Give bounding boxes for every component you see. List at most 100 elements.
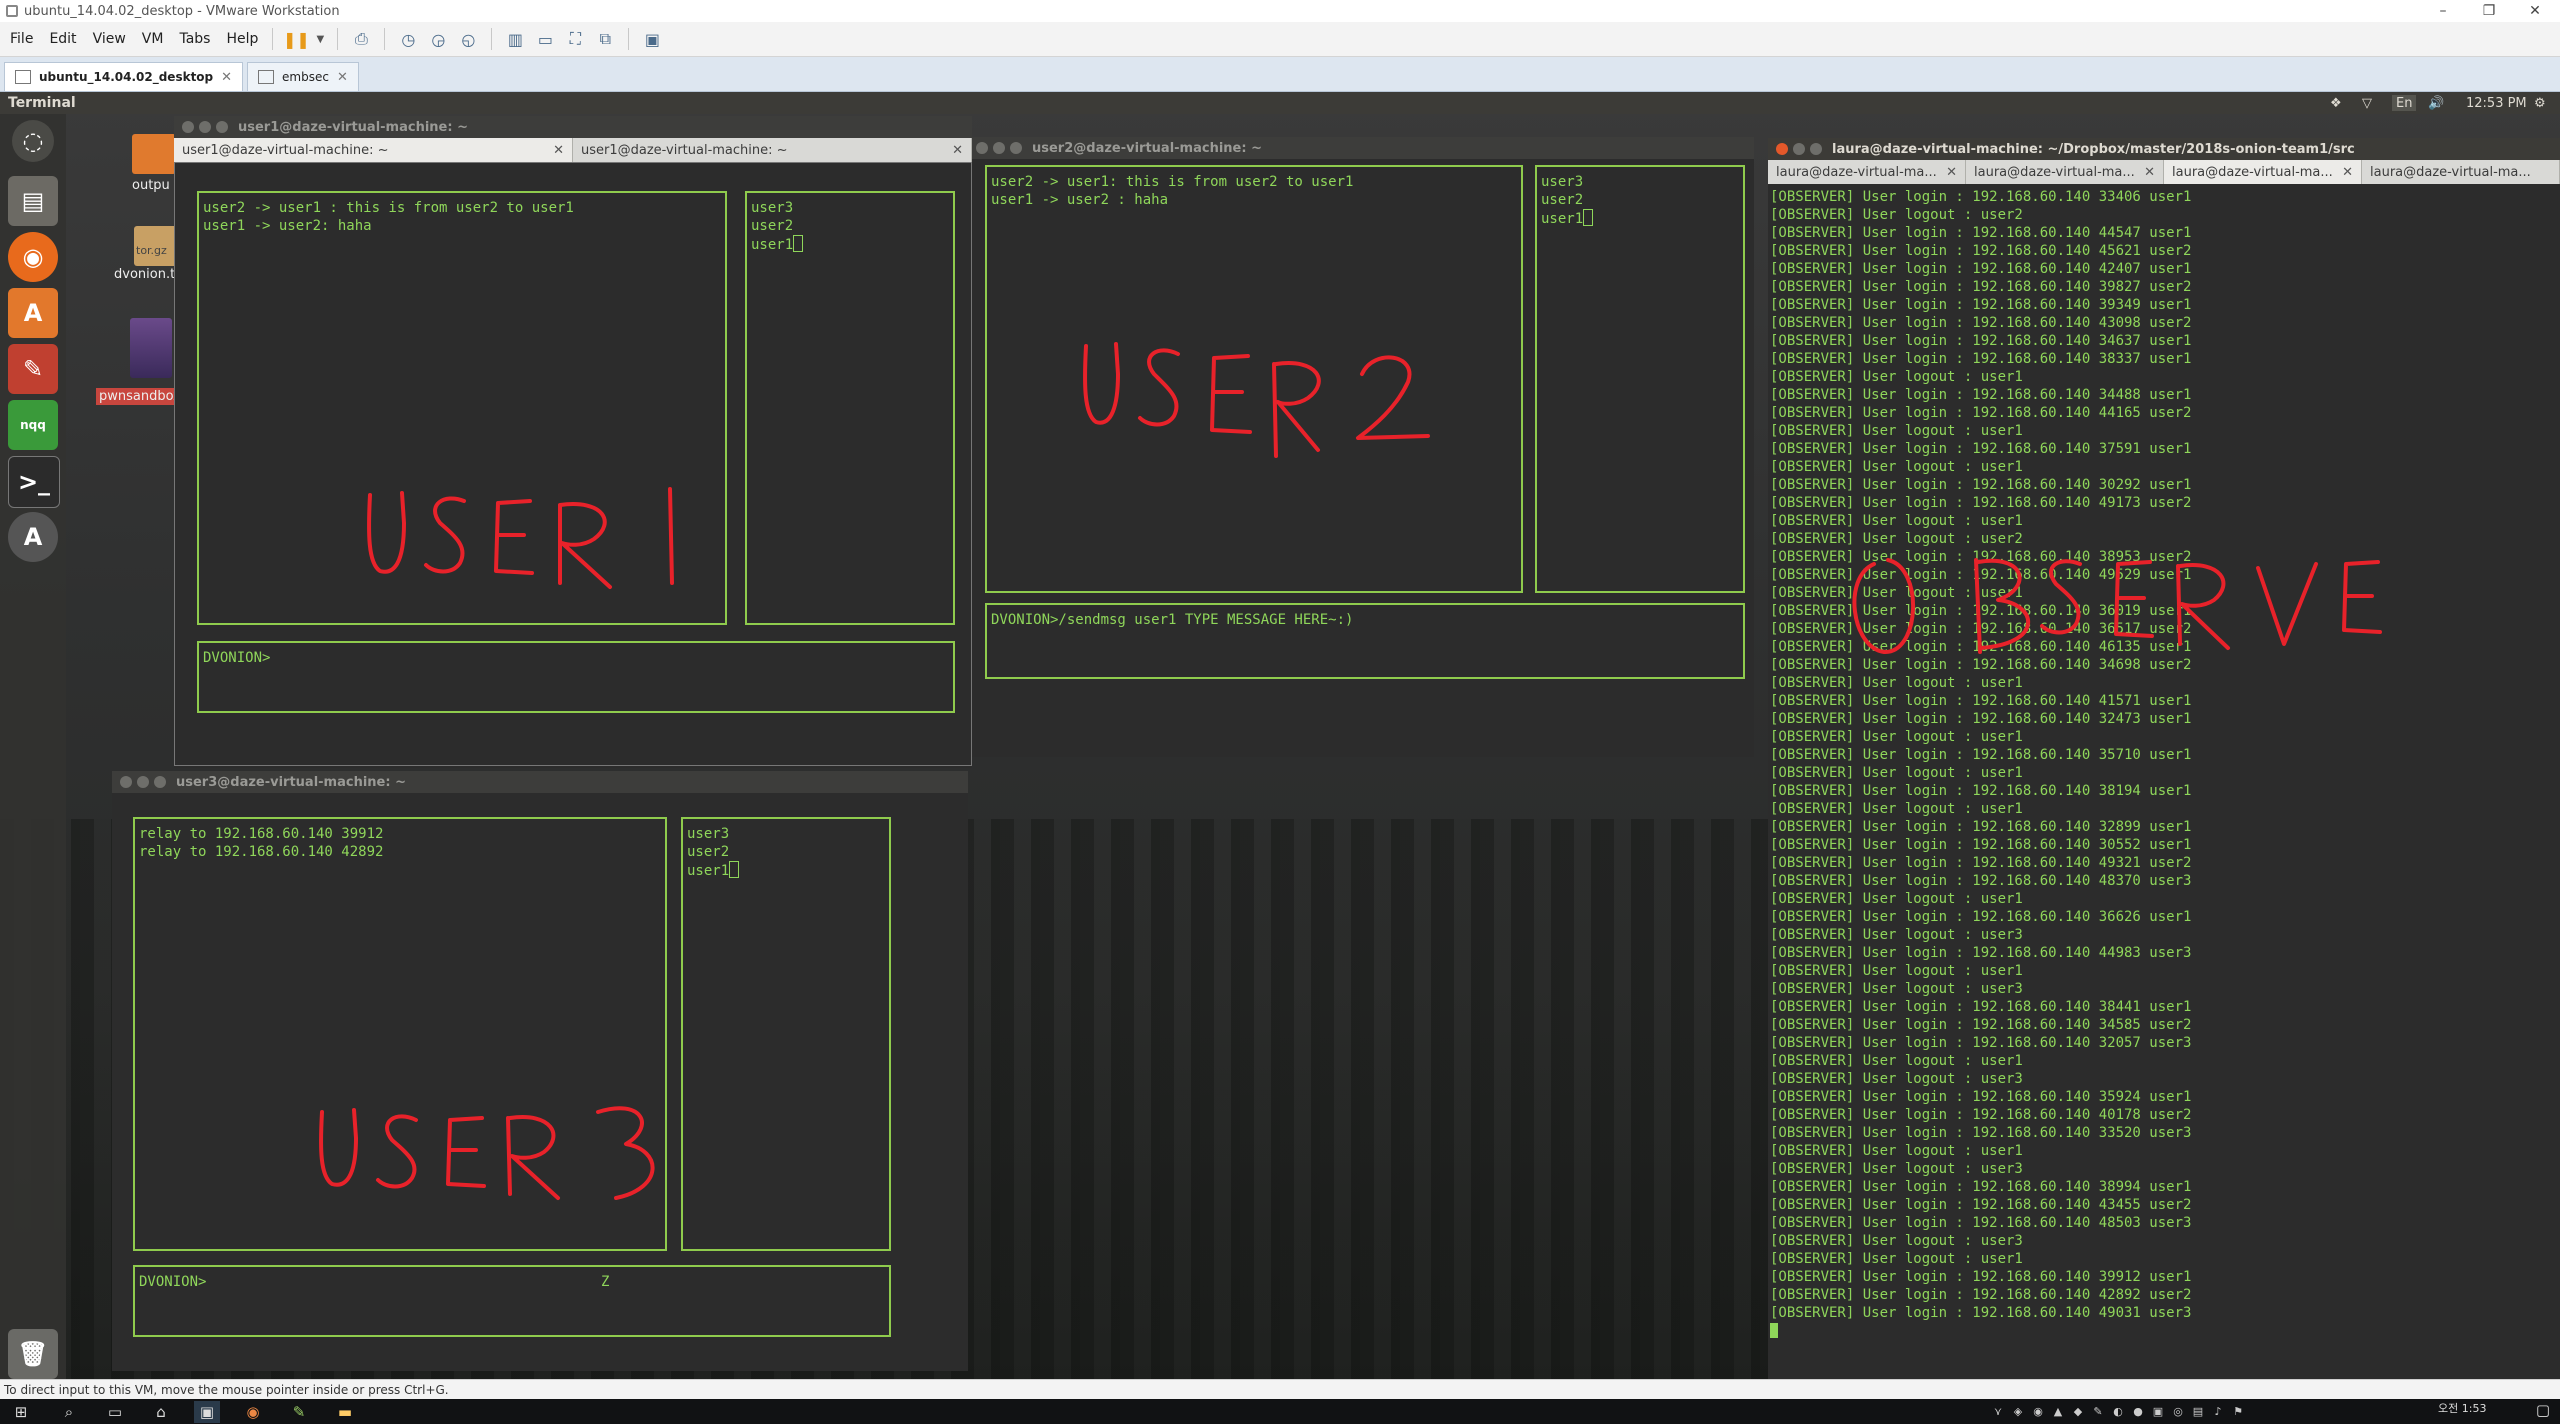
volume-icon[interactable]: 🔊 xyxy=(2428,92,2444,114)
restore-icon[interactable]: ❐ xyxy=(2466,0,2512,22)
input-box[interactable]: DVONION>/sendmsg user1 TYPE MESSAGE HERE… xyxy=(985,603,1745,679)
prompt-input[interactable]: DVONION> xyxy=(203,649,270,667)
close-tab-icon[interactable]: ✕ xyxy=(1946,165,1957,180)
input-box[interactable]: DVONION> xyxy=(197,641,955,713)
maximize-icon[interactable] xyxy=(154,776,166,788)
snapshot-icon[interactable]: ◷ xyxy=(396,27,420,51)
library-icon[interactable]: ▥ xyxy=(503,27,527,51)
vmware-taskbar-icon[interactable]: ▣ xyxy=(194,1400,220,1423)
tab-ubuntu-desktop[interactable]: ubuntu_14.04.02_desktop ✕ xyxy=(4,62,244,91)
menu-edit[interactable]: Edit xyxy=(49,31,76,47)
chrome-icon[interactable]: ◉ xyxy=(240,1401,266,1423)
nqq-icon[interactable]: nqq xyxy=(8,400,58,450)
window-titlebar[interactable]: user2@daze-virtual-machine: ~ xyxy=(968,137,1754,159)
terminal-area[interactable]: user2 -> user1 : this is from user2 to u… xyxy=(174,162,972,766)
terminal-tab[interactable]: user1@daze-virtual-machine: ~ ✕ xyxy=(174,138,573,162)
trash-icon[interactable]: 🗑 xyxy=(8,1329,58,1379)
menu-file[interactable]: File xyxy=(10,31,33,47)
minimize-icon[interactable] xyxy=(137,776,149,788)
revert-snapshot-icon[interactable]: ◶ xyxy=(426,27,450,51)
window-user1[interactable]: user1@daze-virtual-machine: ~ user1@daze… xyxy=(174,116,972,768)
close-icon[interactable] xyxy=(1776,143,1788,155)
task-view-icon[interactable]: ▭ xyxy=(102,1401,128,1423)
tray-icon[interactable]: ◆ xyxy=(2070,1405,2086,1419)
taskbar-clock[interactable]: 오전 1:53 xyxy=(2438,1400,2486,1416)
windows-start-icon[interactable]: ⊞ xyxy=(8,1401,34,1423)
power-gear-icon[interactable]: ⚙ xyxy=(2534,92,2546,114)
dropbox-icon[interactable]: ❖ xyxy=(2330,92,2342,114)
notification-icon[interactable]: ▢ xyxy=(2530,1399,2556,1421)
software-center-icon[interactable]: A xyxy=(8,288,58,338)
search-icon[interactable]: ⌕ xyxy=(56,1401,82,1423)
updater-icon[interactable]: A xyxy=(8,512,58,562)
close-icon[interactable] xyxy=(976,142,988,154)
clock[interactable]: 12:53 PM xyxy=(2466,92,2527,114)
tray-icon[interactable]: ◎ xyxy=(2170,1405,2186,1419)
menu-help[interactable]: Help xyxy=(226,31,258,47)
window-titlebar[interactable]: laura@daze-virtual-machine: ~/Dropbox/ma… xyxy=(1768,138,2560,160)
menu-view[interactable]: View xyxy=(93,31,126,47)
tray-icon[interactable]: ◐ xyxy=(2110,1405,2126,1419)
minimize-icon[interactable]: – xyxy=(2420,0,2466,22)
window-titlebar[interactable]: user3@daze-virtual-machine: ~ xyxy=(112,771,968,793)
pause-icon[interactable]: ❚❚ xyxy=(283,27,310,51)
taskbar-app-icon[interactable]: ⌂ xyxy=(148,1401,174,1423)
maximize-icon[interactable] xyxy=(1010,142,1022,154)
window-user2[interactable]: user2@daze-virtual-machine: ~ user2 -> u… xyxy=(968,137,1754,1157)
maximize-icon[interactable] xyxy=(216,121,228,133)
tray-icon[interactable]: ▲ xyxy=(2050,1405,2066,1419)
console-view-icon[interactable]: ▣ xyxy=(640,27,664,51)
guest-screen[interactable]: Terminal ❖ ▽ En 🔊 12:53 PM ⚙ ◌ ▤ ◉ A ✎ n… xyxy=(0,92,2560,1379)
minimize-icon[interactable] xyxy=(199,121,211,133)
tray-icon[interactable]: ⚑ xyxy=(2230,1405,2246,1419)
terminal-area[interactable]: user2 -> user1: this is from user2 to us… xyxy=(968,159,1754,757)
close-icon[interactable] xyxy=(120,776,132,788)
close-tab-icon[interactable]: ✕ xyxy=(2342,165,2353,180)
terminal-area[interactable]: [OBSERVER] User login : 192.168.60.140 3… xyxy=(1768,184,2560,1379)
terminal-tab[interactable]: laura@daze-virtual-ma... ✕ xyxy=(2164,160,2362,184)
desktop-ova-icon[interactable] xyxy=(130,318,172,378)
tray-icon[interactable]: ✎ xyxy=(2090,1405,2106,1419)
keyboard-layout[interactable]: En xyxy=(2392,95,2417,111)
files-icon[interactable]: ▤ xyxy=(8,176,58,226)
settings-icon[interactable]: ✎ xyxy=(8,344,58,394)
notepad-icon[interactable]: ✎ xyxy=(286,1401,312,1423)
terminal-icon[interactable]: >_ xyxy=(8,456,60,508)
menu-vm[interactable]: VM xyxy=(142,31,164,47)
tray-icon[interactable]: ◉ xyxy=(2030,1405,2046,1419)
snapshot-manager-icon[interactable]: ◵ xyxy=(456,27,480,51)
terminal-tab[interactable]: user1@daze-virtual-machine: ~ ✕ xyxy=(573,138,972,162)
send-keys-icon[interactable]: ⎙ xyxy=(349,27,373,51)
terminal-tab[interactable]: laura@daze-virtual-ma... ✕ xyxy=(1768,160,1966,184)
close-tab-icon[interactable]: ✕ xyxy=(221,70,232,85)
close-icon[interactable]: ✕ xyxy=(2512,0,2558,22)
terminal-tab[interactable]: laura@daze-virtual-ma... ✕ xyxy=(1966,160,2164,184)
prompt-input[interactable]: DVONION>/sendmsg user1 TYPE MESSAGE HERE… xyxy=(991,611,1353,629)
tray-icon[interactable]: ⋎ xyxy=(1990,1405,2006,1419)
network-icon[interactable]: ▽ xyxy=(2362,92,2372,114)
window-observer[interactable]: laura@daze-virtual-machine: ~/Dropbox/ma… xyxy=(1768,138,2560,1379)
window-user3[interactable]: user3@daze-virtual-machine: ~ relay to 1… xyxy=(112,771,968,1371)
thumbnail-icon[interactable]: ▭ xyxy=(533,27,557,51)
tray-icon[interactable]: ◈ xyxy=(2010,1405,2026,1419)
explorer-icon[interactable]: ▬ xyxy=(332,1401,358,1423)
close-tab-icon[interactable]: ✕ xyxy=(952,143,963,158)
desktop-folder-icon[interactable] xyxy=(132,134,176,174)
close-icon[interactable] xyxy=(182,121,194,133)
close-tab-icon[interactable]: ✕ xyxy=(337,70,348,85)
window-titlebar[interactable]: user1@daze-virtual-machine: ~ xyxy=(174,116,972,138)
pause-dropdown-icon[interactable]: ▼ xyxy=(314,27,326,51)
prompt-input[interactable]: DVONION> xyxy=(139,1273,206,1291)
tray-icon[interactable]: ▣ xyxy=(2150,1405,2166,1419)
maximize-icon[interactable] xyxy=(1810,143,1822,155)
tab-embsec[interactable]: embsec ✕ xyxy=(247,62,359,91)
tray-icon[interactable]: ♪ xyxy=(2210,1405,2226,1419)
close-tab-icon[interactable]: ✕ xyxy=(553,143,564,158)
fullscreen-icon[interactable]: ⛶ xyxy=(563,27,587,51)
menu-tabs[interactable]: Tabs xyxy=(179,31,210,47)
dash-icon[interactable]: ◌ xyxy=(12,120,54,162)
unity-icon[interactable]: ⧉ xyxy=(593,27,617,51)
close-tab-icon[interactable]: ✕ xyxy=(2144,165,2155,180)
firefox-icon[interactable]: ◉ xyxy=(8,232,58,282)
tray-icon[interactable]: ▤ xyxy=(2190,1405,2206,1419)
